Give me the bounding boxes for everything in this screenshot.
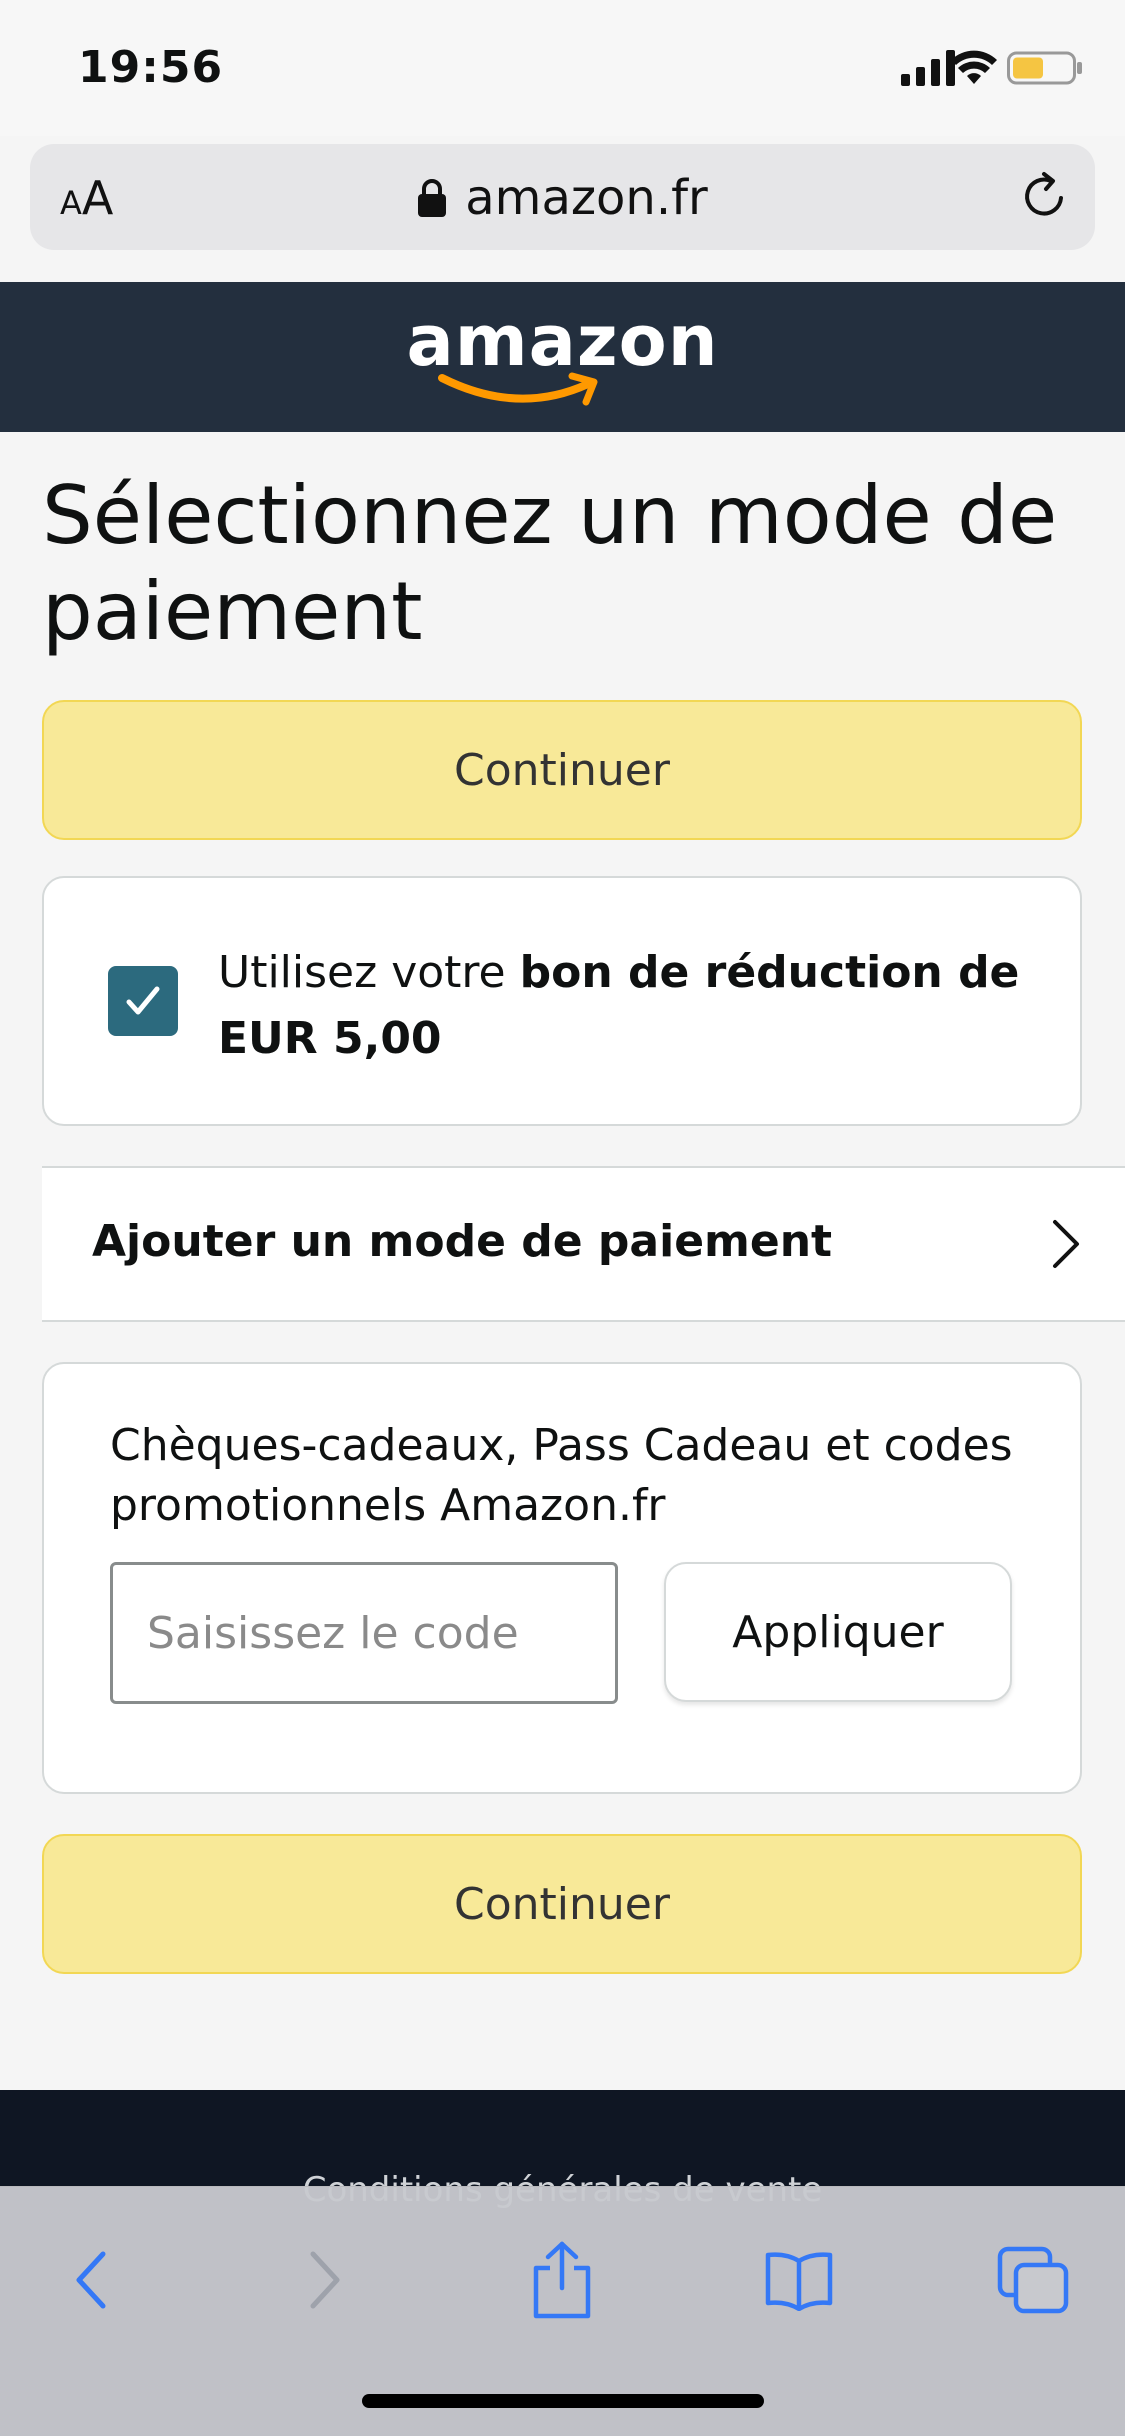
status-time: 19:56 [78, 42, 224, 93]
tabs-icon [997, 2246, 1069, 2314]
promo-code-input[interactable] [110, 1562, 618, 1704]
wifi-icon [951, 50, 997, 84]
bookmarks-icon [765, 2252, 833, 2311]
add-payment-method-row[interactable]: Ajouter un mode de paiement [42, 1166, 1125, 1322]
home-indicator[interactable] [362, 2394, 764, 2408]
forward-icon [310, 2251, 340, 2309]
reload-icon[interactable] [1017, 168, 1073, 224]
signal-icon [901, 50, 955, 86]
continue-button-bottom[interactable]: Continuer [42, 1834, 1082, 1974]
share-icon [533, 2241, 591, 2319]
tabs-button[interactable] [988, 2235, 1078, 2325]
voucher-card: Utilisez votre bon de réduction de EUR 5… [42, 876, 1082, 1126]
lock-icon [418, 179, 447, 217]
gift-card-section: Chèques-cadeaux, Pass Cadeau et codes pr… [42, 1362, 1082, 1794]
voucher-checkbox[interactable] [108, 966, 178, 1036]
checkmark-icon [126, 986, 160, 1015]
address-bar[interactable]: AA amazon.fr [30, 144, 1095, 250]
chevron-right-icon [1053, 1220, 1079, 1268]
add-payment-method-label: Ajouter un mode de paiement [92, 1216, 833, 1267]
back-icon [76, 2251, 106, 2309]
url-text: amazon.fr [465, 170, 708, 226]
site-header: amazon [0, 282, 1125, 432]
status-bar: 19:56 [0, 0, 1125, 136]
forward-button[interactable] [280, 2235, 370, 2325]
bookmarks-button[interactable] [754, 2235, 844, 2325]
apply-button[interactable]: Appliquer [664, 1562, 1012, 1702]
continue-button[interactable]: Continuer [42, 700, 1082, 840]
share-button[interactable] [517, 2235, 607, 2325]
page-title: Sélectionnez un mode de paiement [42, 469, 1058, 658]
gift-card-label: Chèques-cadeaux, Pass Cadeau et codes pr… [110, 1420, 1013, 1531]
back-button[interactable] [46, 2235, 136, 2325]
voucher-label: Utilisez votre bon de réduction de EUR 5… [218, 947, 1020, 1064]
url-display[interactable]: amazon.fr [30, 168, 1095, 228]
amazon-smile-icon [438, 372, 598, 406]
battery-icon [1007, 51, 1082, 85]
